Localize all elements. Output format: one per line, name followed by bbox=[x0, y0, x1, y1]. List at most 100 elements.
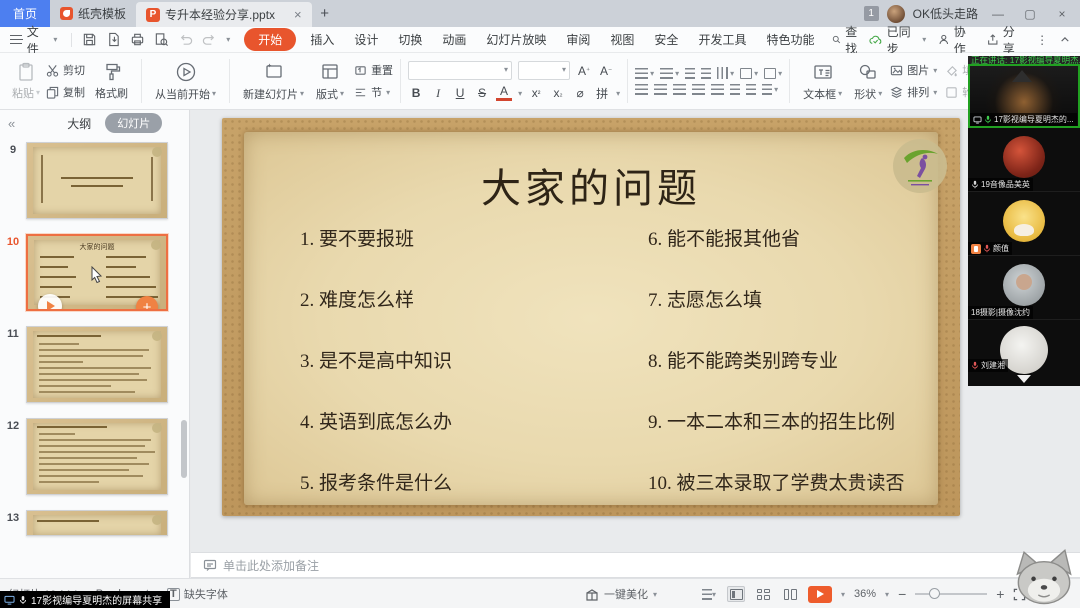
beautify-button[interactable]: 一键美化 ▾ bbox=[585, 579, 657, 608]
tab-slides[interactable]: 幻灯片 bbox=[105, 113, 162, 133]
menu-item-design[interactable]: 设计 bbox=[344, 28, 388, 51]
menu-item-slideshow[interactable]: 幻灯片放映 bbox=[476, 28, 556, 51]
thumbnail-play-button[interactable] bbox=[38, 294, 62, 311]
slide-canvas[interactable]: 大家的问题 1. 要不要报班 2. 难度怎么样 3. 是不是高中知识 4. 英语… bbox=[222, 118, 960, 516]
play-options-icon[interactable]: ▾ bbox=[841, 590, 845, 599]
question-item[interactable]: 9. 一本二本和三本的招生比例 bbox=[648, 407, 905, 434]
slideshow-play-button[interactable] bbox=[808, 586, 832, 603]
question-item[interactable]: 5. 报考条件是什么 bbox=[300, 468, 452, 495]
zoom-level[interactable]: 36% bbox=[854, 588, 876, 600]
font-color-button[interactable]: A bbox=[496, 85, 512, 101]
paragraph-spacing-button[interactable] bbox=[746, 84, 756, 95]
font-size-select[interactable] bbox=[518, 61, 570, 80]
notes-bar[interactable]: 单击此处添加备注 bbox=[191, 552, 1080, 578]
question-item[interactable]: 4. 英语到底怎么办 bbox=[300, 407, 452, 434]
collapse-panel-icon[interactable]: « bbox=[8, 116, 15, 131]
shapes-button[interactable]: 形状▾ bbox=[848, 59, 888, 104]
close-window-button[interactable]: × bbox=[1050, 4, 1074, 24]
slide-sorter-view-button[interactable] bbox=[754, 586, 772, 602]
slide-thumbnail-10-selected[interactable]: 10 大家的问题 + bbox=[0, 234, 190, 311]
notification-badge[interactable]: 1 bbox=[864, 6, 879, 21]
normal-view-button[interactable] bbox=[727, 586, 745, 602]
reading-view-button[interactable] bbox=[781, 586, 799, 602]
question-item[interactable]: 6. 能不能报其他省 bbox=[648, 224, 905, 251]
find-button[interactable]: 查找 bbox=[824, 23, 869, 57]
increase-indent-button[interactable] bbox=[701, 68, 711, 79]
tab-outline[interactable]: 大纲 bbox=[67, 115, 91, 132]
superscript-button[interactable]: x² bbox=[528, 85, 544, 101]
section-button[interactable]: 节▾ bbox=[354, 84, 393, 100]
picture-button[interactable]: 图片▾ bbox=[890, 62, 937, 78]
align-text-button[interactable]: ▾ bbox=[740, 68, 758, 79]
zoom-options-icon[interactable]: ▾ bbox=[885, 590, 889, 599]
strikethrough-button[interactable]: S bbox=[474, 85, 490, 101]
user-name[interactable]: OK低头走路 bbox=[913, 5, 978, 22]
slide-thumbnail-9[interactable]: 9 bbox=[0, 142, 190, 219]
sync-status[interactable]: 已同步 ▾ bbox=[869, 23, 926, 57]
slide-layout-button[interactable]: 版式▾ bbox=[310, 59, 350, 104]
arrange-button[interactable]: 排列▾ bbox=[890, 84, 937, 100]
question-item[interactable]: 10. 被三本录取了学费太贵读否 bbox=[648, 468, 905, 495]
line-spacing-button[interactable] bbox=[730, 84, 740, 95]
align-right-button[interactable] bbox=[673, 84, 686, 95]
participant-tile[interactable]: 颜值 bbox=[968, 192, 1080, 256]
maximize-button[interactable]: ▢ bbox=[1018, 4, 1042, 24]
new-slide-button[interactable]: 新建幻灯片▾ bbox=[237, 59, 310, 104]
save-icon[interactable] bbox=[82, 32, 97, 47]
file-menu[interactable]: 文件 ▾ bbox=[0, 23, 65, 57]
undo-icon[interactable] bbox=[178, 32, 193, 47]
decrease-font-button[interactable]: A⁻ bbox=[598, 63, 614, 79]
participant-tile[interactable]: 19音像品美英 bbox=[968, 128, 1080, 192]
align-left-button[interactable] bbox=[635, 84, 648, 95]
zoom-out-button[interactable]: − bbox=[898, 586, 906, 602]
thumbnail-add-button[interactable]: + bbox=[136, 296, 158, 311]
zoom-in-button[interactable]: + bbox=[996, 586, 1004, 602]
slide-thumbnail-12[interactable]: 12 bbox=[0, 418, 190, 495]
menu-item-start[interactable]: 开始 bbox=[244, 28, 296, 51]
question-item[interactable]: 3. 是不是高中知识 bbox=[300, 346, 452, 373]
question-item[interactable]: 7. 志愿怎么填 bbox=[648, 285, 905, 312]
missing-font-warning[interactable]: T 缺失字体 bbox=[167, 586, 228, 602]
question-item[interactable]: 8. 能不能跨类别跨专业 bbox=[648, 346, 905, 373]
zoom-slider-handle[interactable] bbox=[929, 588, 940, 599]
menu-item-insert[interactable]: 插入 bbox=[300, 28, 344, 51]
quick-access-more-icon[interactable]: ▾ bbox=[226, 35, 230, 44]
collapse-ribbon-icon[interactable] bbox=[1060, 34, 1070, 45]
menu-item-security[interactable]: 安全 bbox=[644, 28, 688, 51]
redo-icon[interactable] bbox=[202, 32, 217, 47]
menu-item-review[interactable]: 审阅 bbox=[556, 28, 600, 51]
expand-participants-icon[interactable] bbox=[1017, 375, 1031, 383]
underline-button[interactable]: U bbox=[452, 85, 468, 101]
collaborate-button[interactable]: 协作 bbox=[938, 23, 975, 57]
print-preview-icon[interactable] bbox=[154, 32, 169, 47]
question-item[interactable]: 2. 难度怎么样 bbox=[300, 285, 452, 312]
columns-button[interactable]: ▾ bbox=[764, 68, 782, 79]
play-from-current-button[interactable]: 从当前开始▾ bbox=[149, 59, 222, 104]
bold-button[interactable]: B bbox=[408, 85, 424, 101]
decrease-indent-button[interactable] bbox=[685, 68, 695, 79]
participant-tile[interactable]: 刘建湘 bbox=[968, 320, 1080, 386]
font-family-select[interactable] bbox=[408, 61, 512, 80]
notes-toggle-button[interactable]: ▾ bbox=[700, 586, 718, 602]
distribute-button[interactable] bbox=[711, 84, 724, 95]
italic-button[interactable]: I bbox=[430, 85, 446, 101]
slide-title[interactable]: 大家的问题 bbox=[244, 156, 938, 214]
menu-item-devtools[interactable]: 开发工具 bbox=[688, 28, 756, 51]
text-direction-button[interactable]: ▾ bbox=[717, 67, 734, 79]
panel-scrollbar[interactable] bbox=[181, 420, 187, 478]
clear-format-button[interactable]: ⌀ bbox=[572, 85, 588, 101]
subscript-button[interactable]: x₂ bbox=[550, 85, 566, 101]
bullet-list-button[interactable]: ▾ bbox=[635, 68, 654, 79]
question-list-right[interactable]: 6. 能不能报其他省 7. 志愿怎么填 8. 能不能跨类别跨专业 9. 一本二本… bbox=[648, 224, 905, 495]
slide-thumbnail-11[interactable]: 11 bbox=[0, 326, 190, 403]
export-pdf-icon[interactable] bbox=[106, 32, 121, 47]
user-avatar[interactable] bbox=[887, 5, 905, 23]
justify-button[interactable] bbox=[692, 84, 705, 95]
zoom-slider[interactable] bbox=[915, 593, 987, 595]
menu-item-view[interactable]: 视图 bbox=[600, 28, 644, 51]
question-list-left[interactable]: 1. 要不要报班 2. 难度怎么样 3. 是不是高中知识 4. 英语到底怎么办 … bbox=[300, 224, 452, 495]
paragraph-settings-button[interactable]: ▾ bbox=[762, 84, 778, 95]
numbered-list-button[interactable]: ▾ bbox=[660, 68, 679, 79]
more-menu-icon[interactable]: ⋮ bbox=[1036, 33, 1048, 47]
menu-item-animation[interactable]: 动画 bbox=[432, 28, 476, 51]
